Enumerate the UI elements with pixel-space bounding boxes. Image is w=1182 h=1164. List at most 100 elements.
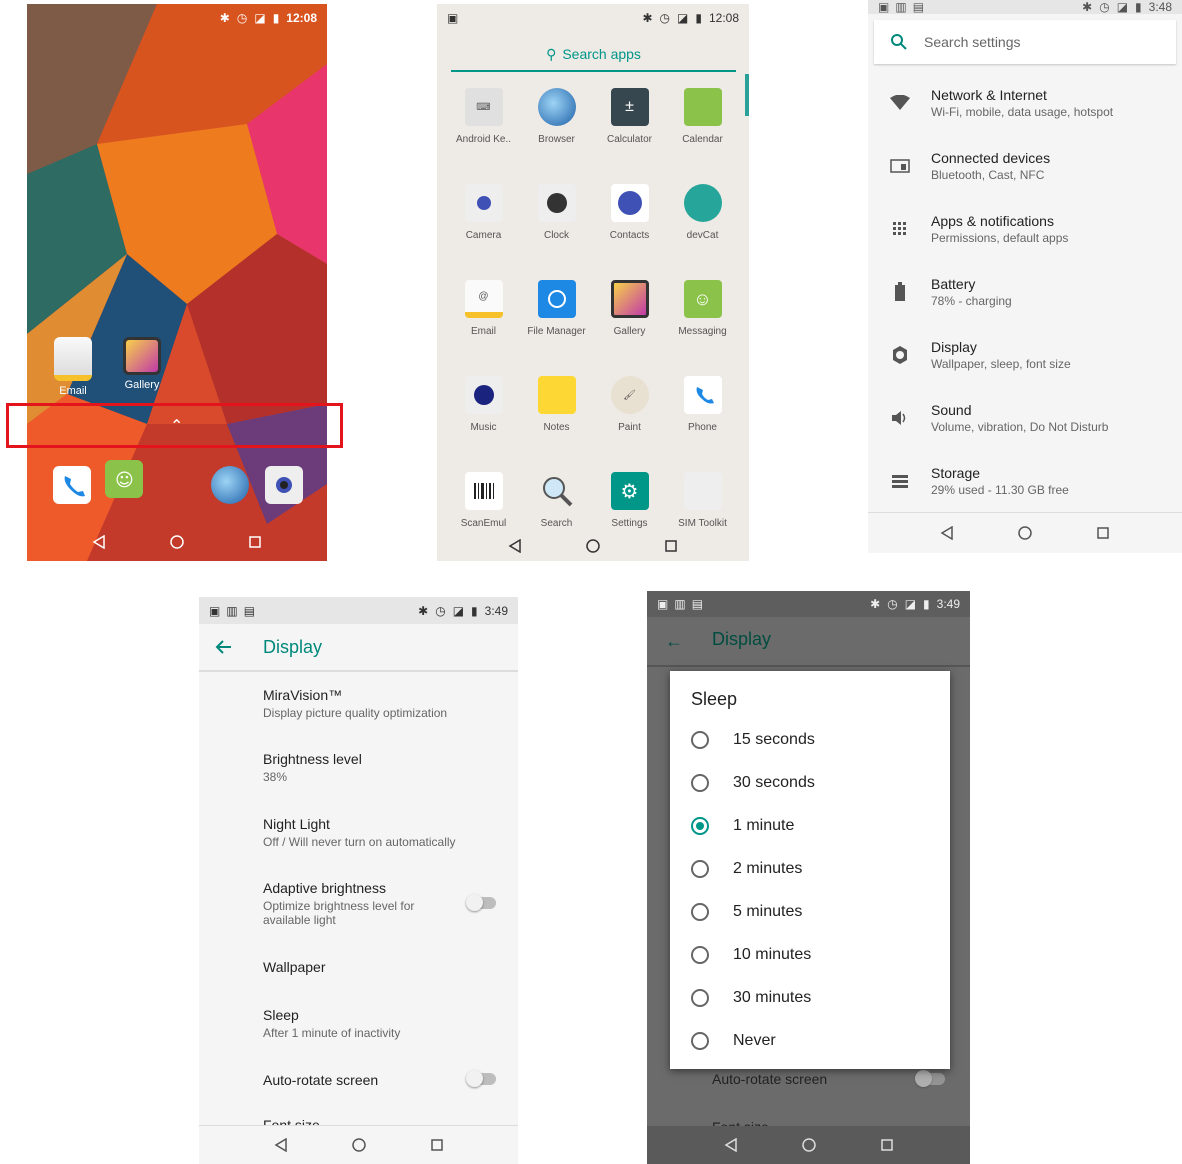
app-notes[interactable]: Notes [520,376,593,433]
recents-button[interactable] [427,1135,447,1155]
radio-button[interactable] [691,989,709,1007]
settings-item-apps[interactable]: Apps & notifications Permissions, default… [868,199,1182,259]
browser-icon [537,88,576,126]
settings-item-title: Connected devices [931,150,1051,166]
home-button[interactable] [349,1135,369,1155]
display-item-miravision[interactable]: MiraVision™ Display picture quality optim… [263,687,503,720]
app-camera[interactable]: Camera [447,184,520,241]
music-icon [464,376,503,414]
app-file-manager[interactable]: File Manager [520,280,593,337]
app-email[interactable]: @ Email [447,280,520,337]
recents-button[interactable] [877,1135,897,1155]
home-button[interactable] [167,532,187,552]
home-button[interactable] [1015,523,1035,543]
app-gallery[interactable]: Gallery [593,280,666,337]
sleep-option-5-minutes[interactable]: 5 minutes [691,897,941,927]
adaptive-brightness-toggle[interactable] [466,894,496,911]
scroll-handle[interactable] [745,74,749,116]
display-item-adaptive-brightness[interactable]: Adaptive brightness Optimize brightness l… [263,880,463,927]
alarm-icon: ◷ [887,597,898,611]
recents-button[interactable] [1093,523,1113,543]
recents-button[interactable] [245,532,265,552]
settings-item-subtitle: Bluetooth, Cast, NFC [931,168,1045,182]
settings-item-battery[interactable]: Battery 78% - charging [868,262,1182,322]
brightness-icon [868,345,931,365]
display-item-sleep[interactable]: Sleep After 1 minute of inactivity [263,1007,503,1040]
status-bar: ✱ ◷ ◪ ▮ 12:08 [27,4,327,32]
app-phone[interactable]: Phone [666,376,739,433]
camera-icon[interactable] [265,466,303,504]
app-messaging[interactable]: ☺ Messaging [666,280,739,337]
app-music[interactable]: Music [447,376,520,433]
app-clock[interactable]: Clock [520,184,593,241]
display-settings-screen: ▣ ▥ ▤ ✱ ◷ ◪ ▮ 3:49 Display MiraVision™ Disp… [199,597,518,1164]
sleep-option-30-seconds[interactable]: 30 seconds [691,768,941,798]
sleep-option-never[interactable]: Never [691,1026,941,1056]
settings-item-sound[interactable]: Sound Volume, vibration, Do Not Disturb [868,388,1182,448]
sim-icon: ▤ [691,597,704,611]
settings-item-display[interactable]: Display Wallpaper, sleep, font size [868,325,1182,385]
settings-item-connected-devices[interactable]: Connected devices Bluetooth, Cast, NFC [868,136,1182,196]
search-apps-field[interactable]: ⚲ Search apps [451,38,736,72]
radio-button-selected[interactable] [691,817,709,835]
home-app-email[interactable]: Email [38,337,108,397]
option-label: 1 minute [733,817,795,834]
sleep-option-2-minutes[interactable]: 2 minutes [691,854,941,884]
settings-item-subtitle: 29% used - 11.30 GB free [931,483,1069,497]
sleep-option-15-seconds[interactable]: 15 seconds [691,725,941,755]
radio-button[interactable] [691,860,709,878]
app-browser[interactable]: Browser [520,88,593,145]
app-contacts[interactable]: Contacts [593,184,666,241]
app-settings[interactable]: ⚙ Settings [593,472,666,529]
settings-item-subtitle: Wallpaper, sleep, font size [931,357,1071,371]
home-button[interactable] [583,536,603,556]
settings-item-storage[interactable]: Storage 29% used - 11.30 GB free [868,451,1182,511]
app-sim-toolkit[interactable]: SIM Toolkit [666,472,739,529]
radio-button[interactable] [691,1032,709,1050]
home-app-gallery[interactable]: Gallery [107,337,177,391]
display-item-night-light[interactable]: Night Light Off / Will never turn on auto… [263,816,503,849]
auto-rotate-toggle[interactable] [466,1070,496,1087]
app-calculator[interactable]: ± Calculator [593,88,666,145]
alarm-icon: ◷ [1099,0,1110,14]
notes-icon [537,376,576,414]
back-button[interactable] [271,1135,291,1155]
image-notification-icon: ▣ [657,597,669,611]
app-label: Calendar [682,134,723,145]
back-arrow-icon[interactable] [199,640,249,654]
recents-button[interactable] [661,536,681,556]
sleep-option-10-minutes[interactable]: 10 minutes [691,940,941,970]
radio-button[interactable] [691,731,709,749]
settings-item-title: Sound [931,402,972,418]
display-item-brightness[interactable]: Brightness level 38% [263,751,503,784]
back-button[interactable] [505,536,525,556]
app-paint[interactable]: 🖌 Paint [593,376,666,433]
app-android-keyboard[interactable]: ⌨ Android Ke.. [447,88,520,145]
radio-button[interactable] [691,946,709,964]
app-calendar[interactable]: Calendar [666,88,739,145]
settings-item-network[interactable]: Network & Internet Wi-Fi, mobile, data us… [868,73,1182,133]
image-notification-icon: ▣ [447,11,459,25]
alarm-icon: ◷ [435,603,446,618]
sleep-option-30-minutes[interactable]: 30 minutes [691,983,941,1013]
back-button[interactable] [721,1135,741,1155]
app-devcat[interactable]: devCat [666,184,739,241]
search-icon: ⚲ [546,45,557,62]
sleep-option-1-minute[interactable]: 1 minute [691,811,941,841]
option-label: Never [733,1032,776,1049]
radio-button[interactable] [691,903,709,921]
radio-button[interactable] [691,774,709,792]
back-button[interactable] [937,523,957,543]
search-settings-field[interactable]: Search settings [874,20,1176,64]
display-item-wallpaper[interactable]: Wallpaper [263,959,503,975]
browser-icon[interactable] [211,466,249,504]
app-search[interactable]: Search [520,472,593,529]
nav-bar [647,1126,970,1164]
messaging-icon[interactable]: ☺ [105,460,143,498]
phone-icon[interactable] [53,466,91,504]
home-button[interactable] [799,1135,819,1155]
dimmed-auto-rotate-toggle [915,1070,945,1087]
back-button[interactable] [89,532,109,552]
item-title: Sleep [263,1007,299,1023]
app-scanemul[interactable]: ScanEmul [447,472,520,529]
